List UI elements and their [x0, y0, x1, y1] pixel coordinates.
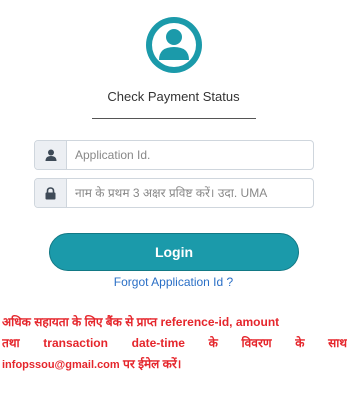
application-id-input[interactable] [67, 141, 313, 169]
login-button[interactable]: Login [49, 233, 299, 271]
page-title: Check Payment Status [107, 89, 240, 104]
notice-line-3-suffix: पर ईमेल करें। [119, 357, 182, 371]
help-notice: अधिक सहायता के लिए बैंक से प्राप्त refer… [2, 312, 347, 376]
user-avatar-icon [146, 17, 202, 73]
name-letters-input[interactable] [67, 179, 313, 207]
user-icon [35, 141, 67, 169]
support-email[interactable]: infopssou@gmail.com [2, 359, 120, 371]
application-id-field [34, 140, 314, 170]
name-letters-field [34, 178, 314, 208]
lock-icon [35, 179, 67, 207]
forgot-application-id-link[interactable]: Forgot Application Id ? [0, 275, 347, 289]
title-divider [92, 118, 256, 119]
notice-line-1: अधिक सहायता के लिए बैंक से प्राप्त refer… [2, 315, 280, 329]
payment-status-page: Check Payment Status Login Forgot Applic… [0, 0, 347, 400]
notice-line-3: infopssou@gmail.com पर ईमेल करें। [2, 354, 347, 376]
notice-line-2: तथा transaction date-time के विवरण के सा… [2, 336, 347, 350]
